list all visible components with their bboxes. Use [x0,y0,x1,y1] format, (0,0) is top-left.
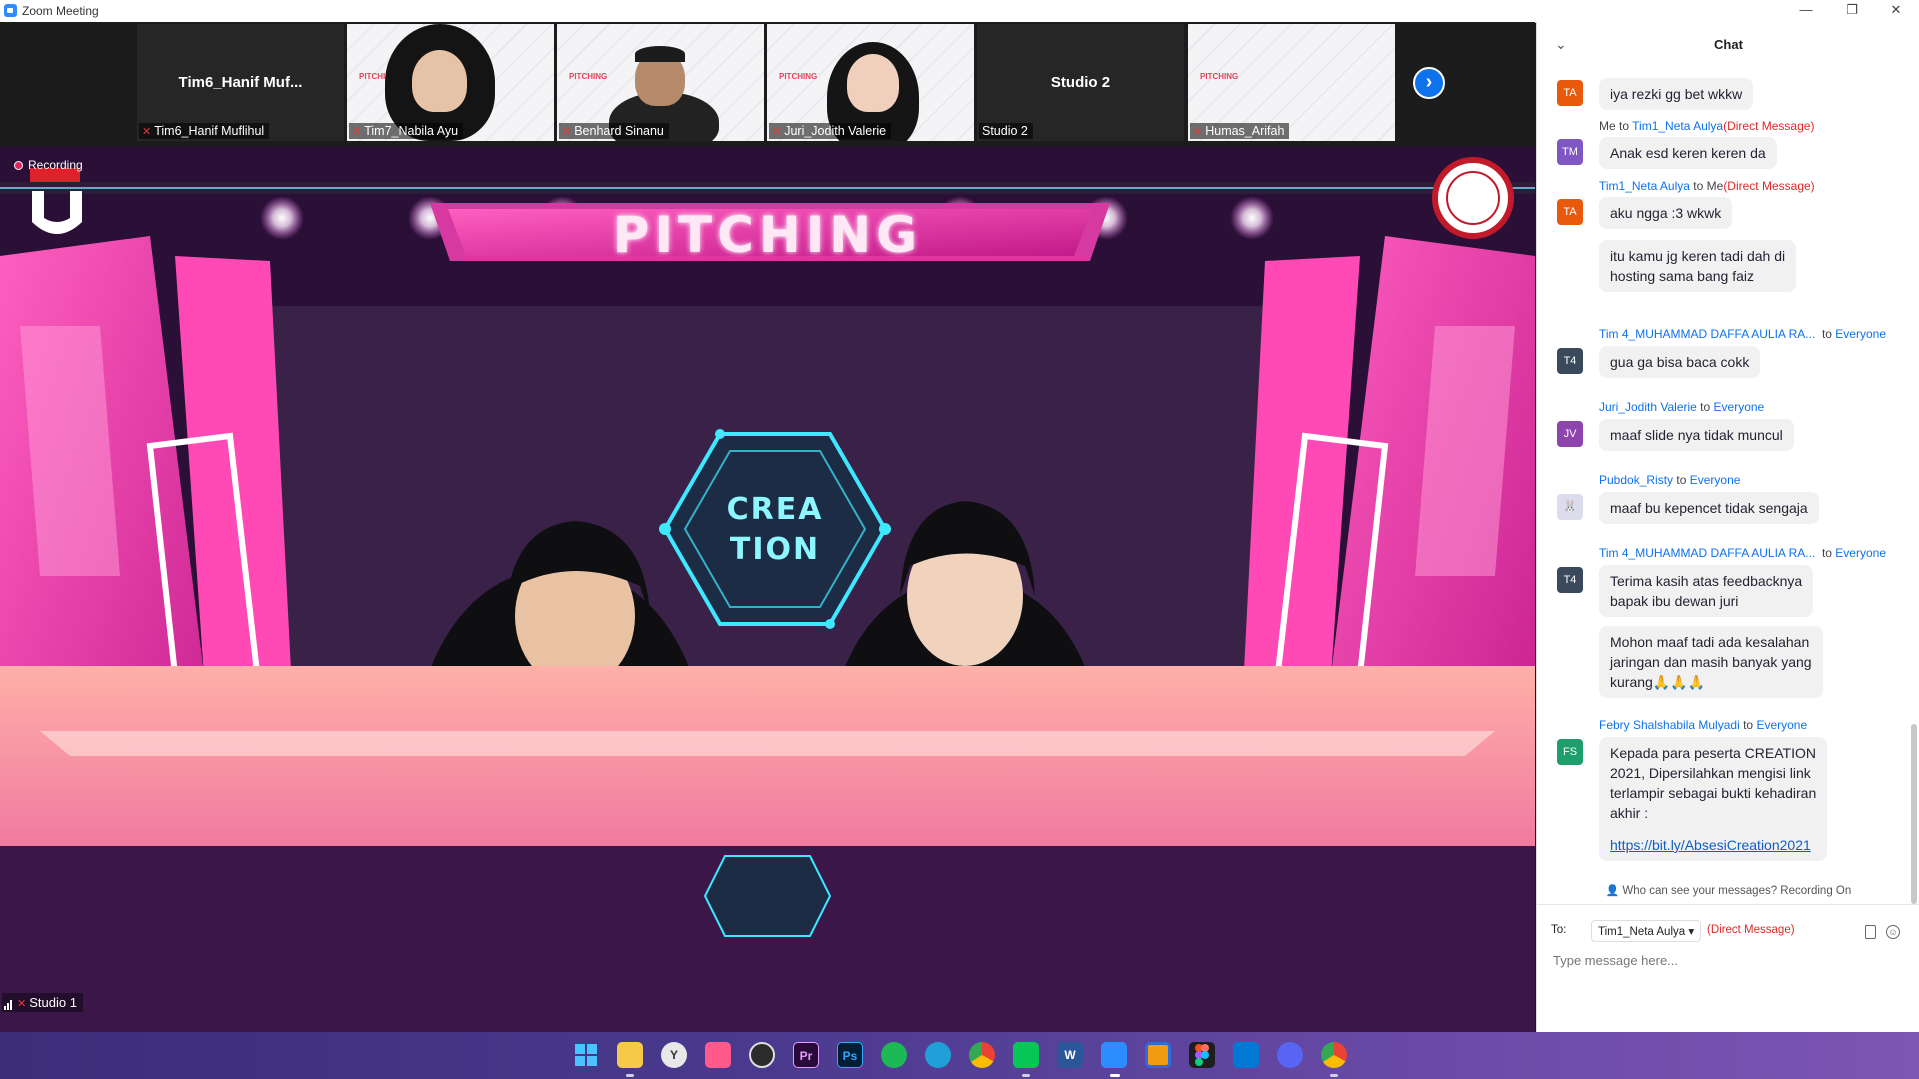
app-y-icon[interactable]: Y [661,1042,687,1068]
mic-muted-icon: ✕ [352,126,362,138]
creation-logo-text: CREA [726,492,824,527]
chrome-icon[interactable] [969,1042,995,1068]
message-sender: Juri_Jodith Valerie to Everyone [1599,400,1765,414]
bunny-avatar-icon: 🐰 [1557,494,1583,520]
pitching-banner-text: PITCHING [612,206,923,264]
message-bubble: maaf bu kepencet tidak sengaja [1599,492,1819,524]
participant-tile[interactable]: Studio 2 Studio 2 [977,24,1184,141]
active-speaker-video: PITCHING CREA TION Recording ✕ Studio 1 [0,146,1535,1032]
message-input[interactable] [1551,952,1895,969]
avatar: T4 [1557,348,1583,374]
participant-nametag: Studio 2 [979,123,1033,139]
line-icon[interactable] [1013,1042,1039,1068]
recording-indicator[interactable]: Recording [14,158,83,172]
participant-tile[interactable]: PITCHING ✕ Benhard Sinanu [557,24,764,141]
message-bubble: Mohon maaf tadi ada kesalahan jaringan d… [1599,626,1823,698]
message-sender: Tim1_Neta Aulya to Me(Direct Message) [1599,179,1815,193]
participant-tile[interactable]: PITCHING ✕ Humas_Arifah [1188,24,1395,141]
message-bubble: iya rezki gg bet wkkw [1599,78,1754,110]
meeting-area: Tim6_Hanif Muf... ✕ Tim6_Hanif Muflihul P… [0,22,1535,1032]
message-bubble: Terima kasih atas feedbacknya bapak ibu … [1599,565,1814,617]
mic-muted-icon: ✕ [17,998,27,1010]
file-icon[interactable] [1865,925,1876,939]
creation-logo-text: TION [729,532,821,567]
person-icon: 👤 [1605,885,1620,897]
zoom-app-icon [4,4,17,17]
vscode-icon[interactable] [1233,1042,1259,1068]
recipient-row: To: Tim1_Neta Aulya ▾ (Direct Message) [1551,920,1795,942]
mic-muted-icon: ✕ [142,126,152,138]
restore-button[interactable]: ❐ [1829,0,1875,22]
avatar: TA [1557,80,1583,106]
participant-display-name: Tim6_Hanif Muf... [178,74,303,91]
chat-title: Chat [1714,37,1743,52]
signal-strength-icon [4,995,13,1010]
premiere-pro-icon[interactable]: Pr [793,1042,819,1068]
chrome-profile-icon[interactable] [1321,1042,1347,1068]
message-bubble: Anak esd keren keren da [1599,137,1777,169]
avatar: FS [1557,739,1583,765]
word-icon[interactable]: W [1057,1042,1083,1068]
to-label: To: [1551,924,1567,936]
participant-nametag: ✕ Tim7_Nabila Ayu [349,123,464,139]
message-sender: Pubdok_Risty to Everyone [1599,473,1741,487]
message-bubble: aku ngga :3 wkwk [1599,197,1733,229]
message-sender: Tim 4_MUHAMMAD DAFFA AULIA RA... to Ever… [1599,327,1886,341]
participant-nametag: ✕ Benhard Sinanu [559,123,669,139]
spotify-icon[interactable] [881,1042,907,1068]
message-sender: Febry Shalshabila Mulyadi to Everyone [1599,718,1808,732]
participant-tile[interactable]: PITCHING ✕ Juri_Jodith Valerie [767,24,974,141]
minimize-button[interactable]: — [1783,0,1829,22]
file-explorer-icon[interactable] [617,1042,643,1068]
mic-muted-icon: ✕ [772,126,782,138]
participant-nametag: ✕ Juri_Jodith Valerie [769,123,892,139]
photoshop-icon[interactable]: Ps [837,1042,863,1068]
chat-header: ⌄ Chat [1537,22,1919,64]
participant-tile[interactable]: Tim6_Hanif Muf... ✕ Tim6_Hanif Muflihul [137,24,344,141]
avatar: TM [1557,139,1583,165]
message-bubble: maaf slide nya tidak muncul [1599,419,1794,451]
speaker-nametag: ✕ Studio 1 [2,993,83,1012]
window-title: Zoom Meeting [22,4,99,18]
participant-strip: Tim6_Hanif Muf... ✕ Tim6_Hanif Muflihul P… [0,22,1535,144]
privacy-notice[interactable]: 👤 Who can see your messages? Recording On [1537,884,1919,897]
title-bar: Zoom Meeting — ❐ ✕ [0,0,1919,23]
participant-tile[interactable]: PITCHIN ✕ Tim7_Nabila Ayu [347,24,554,141]
participant-display-name: Studio 2 [1050,74,1111,91]
direct-message-tag: (Direct Message) [1707,924,1795,936]
obs-icon[interactable] [749,1042,775,1068]
participant-nametag: ✕ Tim6_Hanif Muflihul [139,123,270,139]
participant-nametag: ✕ Humas_Arifah [1190,123,1290,139]
chevron-down-icon: ▾ [1688,926,1695,938]
next-page-arrow-icon[interactable]: › [1413,67,1445,99]
mic-muted-icon: ✕ [562,126,572,138]
emoji-icon[interactable]: ☺ [1886,925,1900,939]
taskbar: Y Pr Ps W [0,1032,1919,1079]
avatar: T4 [1557,567,1583,593]
message-bubble: Kepada para peserta CREATION 2021, Diper… [1599,737,1828,861]
pink-app-icon[interactable] [705,1042,731,1068]
close-button[interactable]: ✕ [1873,0,1919,22]
virtualbox-icon[interactable] [1145,1042,1171,1068]
attendance-link[interactable]: https://bit.ly/AbsesiCreation2021 [1610,835,1816,855]
chat-scrollbar[interactable] [1911,72,1917,912]
edge-icon[interactable] [925,1042,951,1068]
avatar: JV [1557,421,1583,447]
mic-muted-icon: ✕ [1193,126,1203,138]
recipient-dropdown[interactable]: Tim1_Neta Aulya ▾ [1591,920,1702,942]
figma-icon[interactable] [1189,1042,1215,1068]
message-bubble: itu kamu jg keren tadi dah di hosting sa… [1599,240,1797,292]
stage-scene [0,146,1535,1032]
windows-start-icon[interactable] [573,1042,599,1068]
message-sender: Me to Tim1_Neta Aulya(Direct Message) [1599,119,1815,133]
zoom-icon[interactable] [1101,1042,1127,1068]
chat-panel: ⌄ Chat TA iya rezki gg bet wkkw Me to Ti… [1536,22,1919,1032]
avatar: TA [1557,199,1583,225]
discord-icon[interactable] [1277,1042,1303,1068]
message-bubble: gua ga bisa baca cokk [1599,346,1761,378]
recording-dot-icon [14,161,23,170]
message-sender: Tim 4_MUHAMMAD DAFFA AULIA RA... to Ever… [1599,546,1886,560]
